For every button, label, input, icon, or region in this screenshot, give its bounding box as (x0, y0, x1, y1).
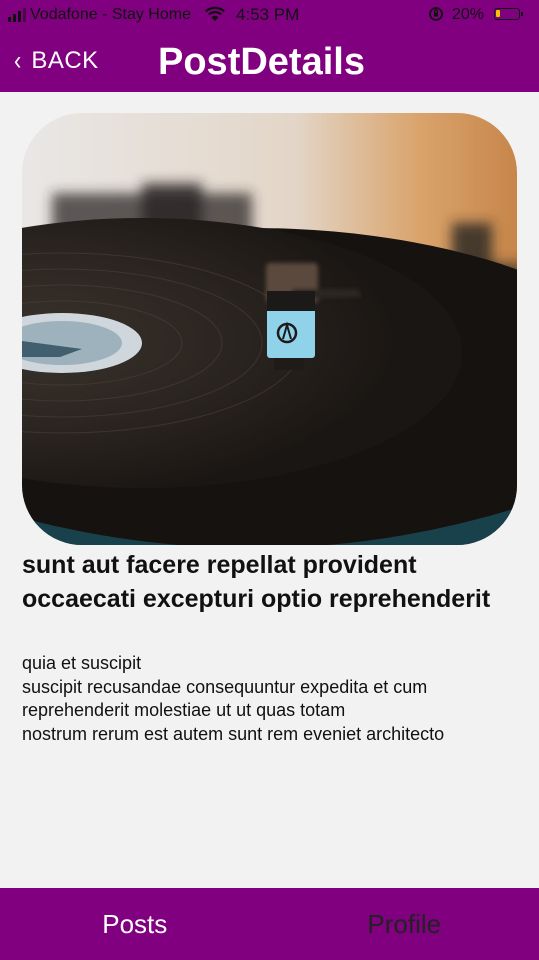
post-image (22, 113, 517, 545)
back-label: BACK (31, 47, 99, 74)
battery-icon (494, 8, 523, 20)
status-time: 4:53 PM (236, 5, 300, 24)
orientation-lock-icon (428, 6, 444, 27)
status-bar: Vodafone - Stay Home 4:53 PM 20% (0, 0, 539, 30)
tab-profile[interactable]: Profile (270, 888, 539, 960)
navigation-header: ‹ BACK PostDetails (0, 30, 539, 92)
post-title: sunt aut facere repellat provident occae… (22, 551, 491, 613)
turntable-photo (22, 113, 517, 545)
tab-posts[interactable]: Posts (0, 888, 270, 960)
bottom-tab-bar: Posts Profile (0, 888, 539, 960)
battery-percentage: 20% (452, 6, 485, 23)
chevron-left-icon: ‹ (14, 45, 22, 76)
wifi-icon (204, 6, 226, 27)
back-button[interactable]: ‹ BACK (14, 30, 99, 92)
post-body: quia et suscipit suscipit recusandae con… (22, 653, 445, 744)
carrier-name: Vodafone - Stay Home (30, 6, 191, 23)
page-title: PostDetails (158, 41, 365, 83)
cellular-signal-icon (8, 8, 26, 22)
